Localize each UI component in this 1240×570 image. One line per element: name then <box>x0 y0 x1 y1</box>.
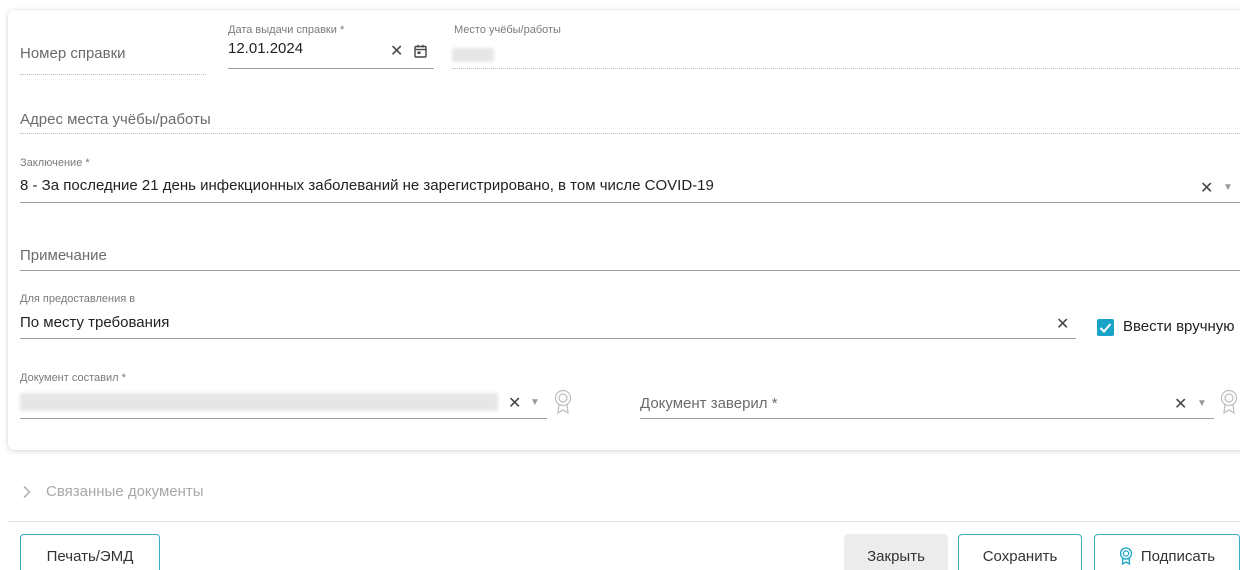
study-place-field[interactable] <box>452 40 1240 69</box>
checkmark-icon <box>1099 323 1112 333</box>
clear-certified-by-icon[interactable]: ✕ <box>1174 397 1187 413</box>
sign-button-label: Подписать <box>1140 547 1216 565</box>
calendar-icon[interactable] <box>414 44 427 63</box>
note-field[interactable]: Примечание <box>20 240 1240 271</box>
study-place-label: Место учёбы/работы <box>454 24 561 36</box>
clear-provide-to-icon[interactable]: ✕ <box>1056 317 1069 333</box>
composed-by-dropdown-arrow-icon[interactable]: ▼ <box>530 397 540 408</box>
composed-by-select[interactable]: ✕ ▼ <box>20 385 547 419</box>
note-placeholder: Примечание <box>20 247 107 264</box>
issue-date-field[interactable]: 12.01.2024 ✕ <box>228 36 434 69</box>
issue-date-label: Дата выдачи справки * <box>228 24 345 36</box>
provide-to-field[interactable]: По месту требования ✕ <box>20 306 1076 339</box>
cert-number-placeholder: Номер справки <box>20 45 126 62</box>
clear-conclusion-icon[interactable]: ✕ <box>1200 181 1213 197</box>
close-button[interactable]: Закрыть <box>844 534 948 570</box>
conclusion-value: 8 - За последние 21 день инфекционных за… <box>20 177 714 194</box>
sign-button[interactable]: Подписать <box>1094 534 1240 570</box>
print-emd-button[interactable]: Печать/ЭМД <box>20 534 160 570</box>
certified-by-signature-seal-icon[interactable] <box>1220 389 1238 420</box>
sign-seal-icon <box>1119 547 1133 565</box>
chevron-right-icon <box>22 485 31 504</box>
manual-input-checkbox[interactable] <box>1097 319 1114 336</box>
issue-date-value: 12.01.2024 <box>228 40 304 57</box>
conclusion-label: Заключение * <box>20 157 90 169</box>
manual-input-label: Ввести вручную <box>1123 318 1235 335</box>
provide-to-label: Для предоставления в <box>20 293 136 305</box>
clear-date-icon[interactable]: ✕ <box>390 44 403 60</box>
certified-by-select[interactable]: Документ заверил * ✕ ▼ <box>640 385 1214 419</box>
certified-by-dropdown-arrow-icon[interactable]: ▼ <box>1197 398 1207 409</box>
conclusion-select[interactable]: 8 - За последние 21 день инфекционных за… <box>20 170 1240 203</box>
composed-by-signature-seal-icon[interactable] <box>554 389 572 420</box>
footer-divider <box>8 521 1240 522</box>
provide-to-value: По месту требования <box>20 314 170 331</box>
certified-by-placeholder: Документ заверил * <box>640 395 778 412</box>
clear-composed-by-icon[interactable]: ✕ <box>508 396 521 412</box>
certificate-form-card <box>8 10 1240 450</box>
study-address-field[interactable]: Адрес места учёбы/работы <box>20 104 1240 134</box>
related-docs-label: Связанные документы <box>46 483 204 500</box>
study-place-value-redacted <box>452 48 494 62</box>
cert-number-field[interactable]: Номер справки <box>20 30 206 75</box>
composed-by-label: Документ составил * <box>20 372 126 384</box>
study-address-placeholder: Адрес места учёбы/работы <box>20 111 211 128</box>
save-button[interactable]: Сохранить <box>958 534 1082 570</box>
conclusion-dropdown-arrow-icon[interactable]: ▼ <box>1223 182 1233 193</box>
composed-by-value-redacted <box>20 393 498 411</box>
